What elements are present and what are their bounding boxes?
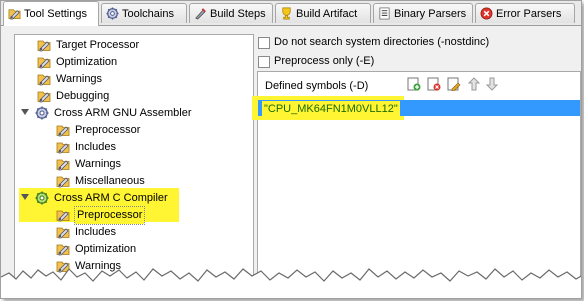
tool-settings-dialog: Tool Settings Toolchains Build Steps Bui…	[0, 0, 582, 299]
setting-icon	[37, 91, 51, 103]
tab-build-steps[interactable]: Build Steps	[189, 3, 273, 23]
tab-tool-settings[interactable]: Tool Settings	[3, 1, 99, 26]
setting-icon	[56, 244, 70, 256]
defined-symbol-value: "CPU_MK64FN1M0VLL12"	[262, 101, 400, 117]
setting-icon	[56, 176, 70, 188]
add-icon[interactable]	[407, 77, 421, 91]
tree-item-label: Miscellaneous	[75, 175, 145, 187]
preprocess-only-checkbox[interactable]	[258, 56, 270, 68]
binary-parsers-icon	[379, 7, 390, 20]
nostdinc-checkbox[interactable]	[258, 37, 270, 49]
tab-build-artifact[interactable]: Build Artifact	[275, 3, 371, 23]
build-artifact-icon	[282, 7, 291, 20]
tab-binary-parsers[interactable]: Binary Parsers	[373, 3, 473, 23]
setting-icon	[56, 210, 70, 222]
tab-toolchains[interactable]: Toolchains	[101, 3, 187, 23]
tab-label: Build Steps	[210, 8, 266, 20]
setting-icon	[37, 74, 51, 86]
move-down-icon[interactable]	[485, 77, 499, 91]
tree-item-label: Includes	[75, 141, 116, 153]
tool-settings-icon	[8, 9, 21, 20]
tree-item-label: Optimization	[75, 243, 137, 255]
tree-item-label: Target Processor	[56, 39, 140, 51]
setting-icon	[37, 40, 51, 52]
torn-edge-decoration	[1, 268, 581, 298]
delete-icon[interactable]	[427, 77, 441, 91]
tree-item-cross-arm-gnu-assembler[interactable]: Cross ARM GNU Assembler	[21, 105, 221, 122]
build-steps-icon	[195, 8, 206, 20]
toolchains-icon	[106, 7, 119, 20]
tree-item-cross-arm-c-compiler[interactable]: Cross ARM C Compiler	[21, 190, 221, 207]
tab-label: Error Parsers	[496, 8, 562, 20]
error-parsers-icon	[480, 7, 493, 20]
tree-item-label: Warnings	[56, 73, 103, 85]
tab-error-parsers[interactable]: Error Parsers	[475, 3, 575, 23]
tree-item-label: Preprocessor	[73, 206, 146, 225]
tree-item-label: Warnings	[75, 158, 122, 170]
tab-label: Binary Parsers	[394, 8, 467, 20]
tree-item-label: Includes	[75, 226, 116, 238]
defined-symbols-label: Defined symbols (-D)	[265, 80, 369, 92]
tab-bar: Tool Settings Toolchains Build Steps Bui…	[1, 1, 581, 26]
move-up-icon[interactable]	[467, 77, 481, 91]
preprocess-only-label: Preprocess only (-E)	[274, 55, 375, 67]
setting-icon	[56, 125, 70, 137]
defined-symbol-row[interactable]: "CPU_MK64FN1M0VLL12"	[258, 100, 580, 117]
tree-item-label: Optimization	[56, 56, 118, 68]
tree-item-label: Cross ARM C Compiler	[54, 192, 168, 204]
tree-item-label: Preprocessor	[75, 124, 141, 136]
tree-item-label: Debugging	[56, 90, 110, 102]
tree-item-label: Cross ARM GNU Assembler	[54, 107, 192, 119]
tab-label: Tool Settings	[24, 8, 87, 20]
tab-label: Toolchains	[122, 8, 174, 20]
gear-icon	[35, 191, 49, 205]
setting-icon	[56, 159, 70, 171]
gear-icon	[35, 106, 49, 120]
expand-arrow-icon[interactable]	[21, 194, 29, 200]
tab-label: Build Artifact	[296, 8, 358, 20]
setting-icon	[56, 227, 70, 239]
setting-icon	[56, 142, 70, 154]
edit-icon[interactable]	[447, 77, 461, 91]
nostdinc-label: Do not search system directories (-nostd…	[274, 36, 490, 48]
setting-icon	[37, 57, 51, 69]
expand-arrow-icon[interactable]	[21, 109, 29, 115]
